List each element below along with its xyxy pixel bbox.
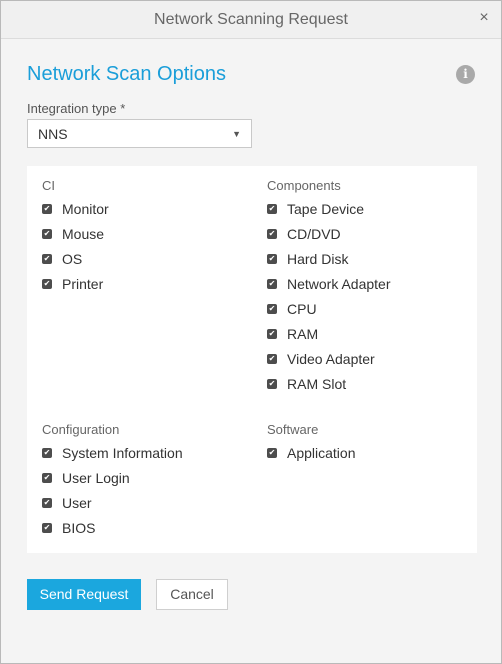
group-title: Configuration (42, 422, 120, 437)
checkbox-item[interactable]: ✔ Network Adapter (267, 271, 391, 296)
checkbox-label: RAM Slot (287, 375, 347, 392)
integration-type-value: NNS (38, 126, 68, 142)
cancel-button[interactable]: Cancel (156, 579, 228, 610)
options-panel: CI ✔ Monitor ✔ Mouse ✔ OS ✔ Printer Components … (27, 166, 477, 553)
checkbox-item[interactable]: ✔ System Information (42, 440, 183, 465)
checkbox-checked-icon[interactable]: ✔ (42, 447, 52, 458)
checkbox-item[interactable]: ✔ Video Adapter (267, 346, 391, 371)
checkbox-item[interactable]: ✔ Tape Device (267, 196, 391, 221)
checkbox-checked-icon[interactable]: ✔ (267, 378, 277, 389)
group-components: Components ✔ Tape Device ✔ CD/DVD ✔ Hard Disk… (267, 176, 391, 396)
window-title: Network Scanning Request (154, 11, 348, 28)
checkbox-checked-icon[interactable]: ✔ (42, 472, 52, 483)
checkbox-label: Tape Device (287, 200, 365, 217)
checkbox-label: Video Adapter (287, 350, 375, 367)
checkbox-item[interactable]: ✔ CPU (267, 296, 391, 321)
checkbox-item[interactable]: ✔ Hard Disk (267, 246, 391, 271)
checkbox-item[interactable]: ✔ BIOS (42, 515, 183, 540)
checkbox-checked-icon[interactable]: ✔ (267, 203, 277, 214)
chevron-down-icon: ▼ (232, 129, 241, 139)
checkbox-label: Monitor (62, 200, 109, 217)
checkbox-label: System Information (62, 444, 183, 461)
checkbox-item[interactable]: ✔ RAM (267, 321, 391, 346)
checkbox-label: BIOS (62, 519, 96, 536)
checkbox-checked-icon[interactable]: ✔ (42, 253, 52, 264)
checkbox-checked-icon[interactable]: ✔ (42, 228, 52, 239)
checkbox-list: ✔ Monitor ✔ Mouse ✔ OS ✔ Printer (42, 196, 109, 296)
checkbox-item[interactable]: ✔ Mouse (42, 221, 109, 246)
checkbox-label: CD/DVD (287, 225, 341, 242)
checkbox-item[interactable]: ✔ Printer (42, 271, 109, 296)
group-configuration: Configuration ✔ System Information ✔ User L… (42, 420, 183, 540)
checkbox-label: Mouse (62, 225, 105, 242)
checkbox-checked-icon[interactable]: ✔ (42, 203, 52, 214)
integration-type-label: Integration type * (27, 101, 126, 116)
page-title: Network Scan Options (27, 63, 226, 85)
checkbox-checked-icon[interactable]: ✔ (267, 328, 277, 339)
checkbox-checked-icon[interactable]: ✔ (267, 278, 277, 289)
send-request-button[interactable]: Send Request (27, 579, 141, 610)
close-icon[interactable]: × (477, 10, 491, 26)
group-title: Software (267, 422, 319, 437)
checkbox-checked-icon[interactable]: ✔ (42, 278, 52, 289)
integration-type-select[interactable]: NNS ▼ (27, 119, 252, 148)
checkbox-label: User Login (62, 469, 130, 486)
checkbox-list: ✔ Application (267, 440, 356, 465)
checkbox-checked-icon[interactable]: ✔ (267, 303, 277, 314)
checkbox-checked-icon[interactable]: ✔ (267, 253, 277, 264)
checkbox-label: RAM (287, 325, 319, 342)
checkbox-checked-icon[interactable]: ✔ (267, 353, 277, 364)
checkbox-item[interactable]: ✔ CD/DVD (267, 221, 391, 246)
checkbox-item[interactable]: ✔ Application (267, 440, 356, 465)
checkbox-checked-icon[interactable]: ✔ (267, 447, 277, 458)
checkbox-checked-icon[interactable]: ✔ (267, 228, 277, 239)
group-title: CI (42, 178, 55, 193)
checkbox-list: ✔ Tape Device ✔ CD/DVD ✔ Hard Disk ✔ Network Ad… (267, 196, 391, 396)
checkbox-label: CPU (287, 300, 317, 317)
dialog-window: Network Scanning Request × Network Scan … (0, 0, 502, 664)
checkbox-checked-icon[interactable]: ✔ (42, 522, 52, 533)
checkbox-list: ✔ System Information ✔ User Login ✔ User ✔ BIOS (42, 440, 183, 540)
checkbox-label: Printer (62, 275, 104, 292)
checkbox-label: Application (287, 444, 356, 461)
checkbox-label: Hard Disk (287, 250, 349, 267)
checkbox-label: OS (62, 250, 83, 267)
group-software: Software ✔ Application (267, 420, 356, 465)
checkbox-item[interactable]: ✔ Monitor (42, 196, 109, 221)
title-bar: Network Scanning Request × (1, 1, 501, 39)
checkbox-label: Network Adapter (287, 275, 391, 292)
checkbox-label: User (62, 494, 92, 511)
checkbox-item[interactable]: ✔ User Login (42, 465, 183, 490)
checkbox-item[interactable]: ✔ User (42, 490, 183, 515)
group-ci: CI ✔ Monitor ✔ Mouse ✔ OS ✔ Printer (42, 176, 109, 296)
info-icon[interactable]: i (456, 65, 475, 84)
group-title: Components (267, 178, 341, 193)
checkbox-item[interactable]: ✔ OS (42, 246, 109, 271)
checkbox-checked-icon[interactable]: ✔ (42, 497, 52, 508)
checkbox-item[interactable]: ✔ RAM Slot (267, 371, 391, 396)
